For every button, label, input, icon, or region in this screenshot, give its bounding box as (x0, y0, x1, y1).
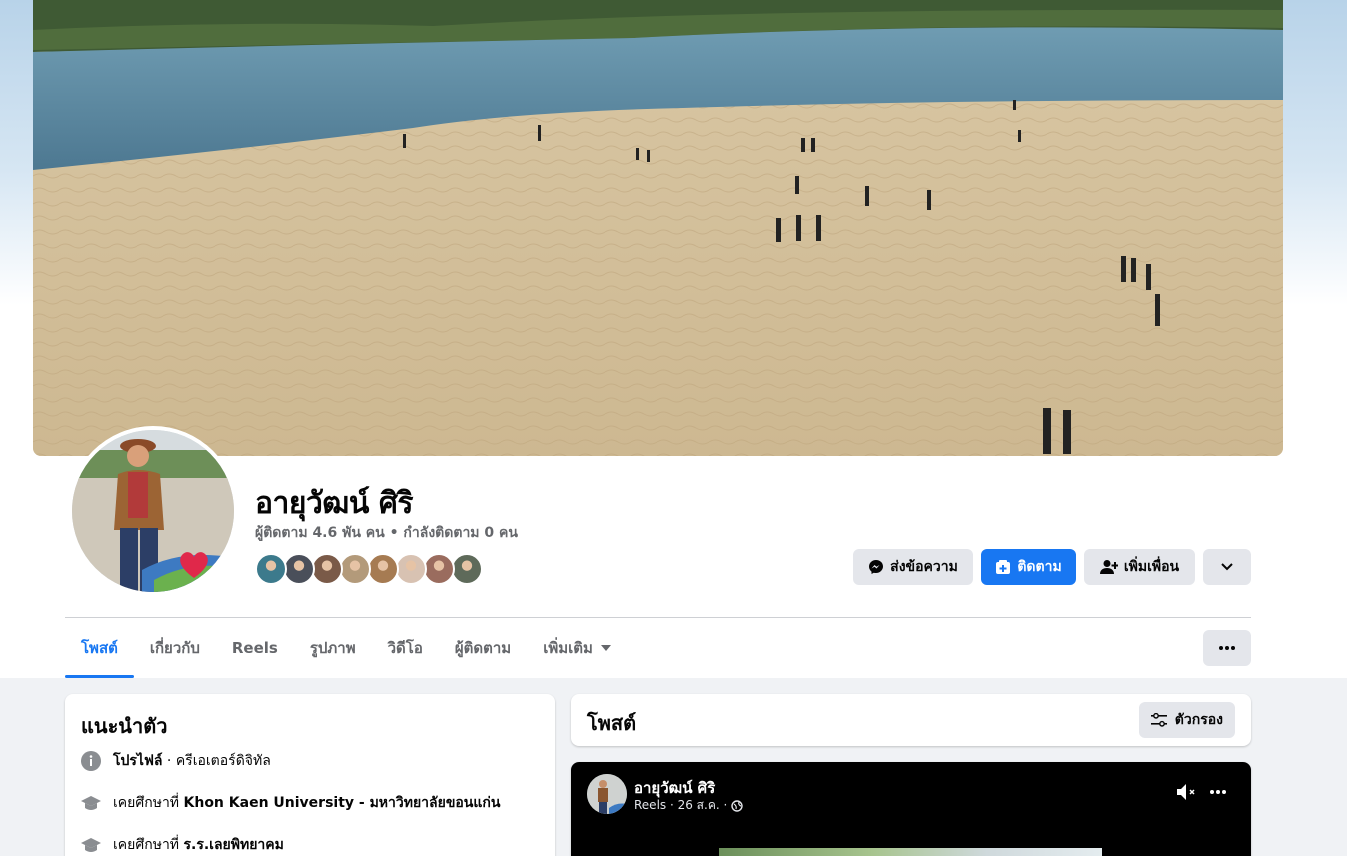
message-label: ส่งข้อความ (890, 559, 958, 575)
ellipsis-icon (1219, 646, 1235, 650)
filter-label: ตัวกรอง (1174, 712, 1223, 728)
tab-reels[interactable]: Reels (216, 618, 294, 678)
add-friend-label: เพิ่มเพื่อน (1123, 559, 1180, 575)
post-options-icon[interactable] (1210, 790, 1226, 794)
follower-avatars[interactable] (255, 553, 483, 585)
cover-image (33, 0, 1283, 456)
globe-icon (731, 799, 743, 812)
cover-photo[interactable] (33, 0, 1283, 456)
intro-profile-row: โปรไฟล์ · ครีเอเตอร์ดิจิทัล (81, 750, 271, 772)
follower-avatar[interactable] (367, 553, 399, 585)
messenger-icon (869, 560, 884, 574)
tab-videos[interactable]: วิดีโอ (372, 618, 439, 678)
follower-avatar[interactable] (451, 553, 483, 585)
follower-avatar[interactable] (311, 553, 343, 585)
heart-icon (180, 552, 208, 578)
follower-avatar[interactable] (423, 553, 455, 585)
follow-button[interactable]: ติดตาม (981, 549, 1076, 585)
tab-about[interactable]: เกี่ยวกับ (134, 618, 216, 678)
tab-photos[interactable]: รูปภาพ (294, 618, 372, 678)
info-icon (81, 751, 101, 771)
tab-followers[interactable]: ผู้ติดตาม (439, 618, 527, 678)
more-options-button[interactable] (1203, 630, 1251, 666)
graduation-cap-icon (81, 796, 101, 810)
chevron-down-icon (1221, 563, 1233, 571)
tab-more[interactable]: เพิ่มเติม (527, 618, 627, 678)
reel-meta-text[interactable]: Reels · 26 ส.ค. · (634, 796, 727, 815)
mute-icon[interactable] (1175, 782, 1197, 802)
reel-post-card[interactable]: อายุวัฒน์ ศิริ Reels · 26 ส.ค. · (571, 762, 1251, 856)
add-friend-icon (1099, 560, 1118, 574)
intro-profile-label: โปรไฟล์ (113, 753, 163, 769)
caret-down-icon (600, 645, 611, 651)
intro-card: แนะนำตัว (65, 694, 555, 856)
posts-header-card: โพสต์ ตัวกรอง (571, 694, 1251, 746)
filter-button[interactable]: ตัวกรอง (1138, 702, 1235, 738)
intro-title: แนะนำตัว (81, 714, 168, 738)
follower-avatar[interactable] (283, 553, 315, 585)
follower-stats[interactable]: ผู้ติดตาม 4.6 พัน คน • กำลังติดตาม 0 คน (255, 522, 518, 544)
intro-profile-value: · ครีเอเตอร์ดิจิทัล (162, 753, 271, 769)
profile-name: อายุวัฒน์ ศิริ (255, 486, 414, 521)
follower-avatar[interactable] (339, 553, 371, 585)
reel-author-avatar[interactable] (587, 774, 627, 814)
tab-posts[interactable]: โพสต์ (65, 618, 134, 678)
add-friend-button[interactable]: เพิ่มเพื่อน (1084, 549, 1195, 585)
reel-video-thumbnail[interactable] (719, 848, 1102, 856)
reel-meta: Reels · 26 ส.ค. · (634, 796, 743, 815)
follow-icon (996, 560, 1011, 574)
follower-avatar[interactable] (395, 553, 427, 585)
follower-avatar[interactable] (255, 553, 287, 585)
intro-education-prefix-2: เคยศึกษาที่ (113, 837, 184, 853)
profile-tabs: โพสต์ เกี่ยวกับ Reels รูปภาพ วิดีโอ ผู้ต… (65, 618, 627, 678)
profile-avatar[interactable] (68, 426, 238, 596)
follow-label: ติดตาม (1017, 559, 1062, 575)
intro-education-prefix: เคยศึกษาที่ (113, 795, 184, 811)
intro-education-row: เคยศึกษาที่ Khon Kaen University - มหาวิ… (81, 792, 500, 814)
intro-education-value-2[interactable]: ร.ร.เลยพิทยาคม (184, 837, 284, 853)
intro-education-value[interactable]: Khon Kaen University - มหาวิทยาลัยขอนแก่… (184, 795, 501, 811)
tab-more-label: เพิ่มเติม (543, 639, 593, 657)
intro-education-row-2: เคยศึกษาที่ ร.ร.เลยพิทยาคม (81, 834, 284, 856)
graduation-cap-icon (81, 838, 101, 852)
message-button[interactable]: ส่งข้อความ (853, 549, 973, 585)
profile-dropdown-button[interactable] (1203, 549, 1251, 585)
posts-title: โพสต์ (587, 711, 637, 735)
filter-icon (1150, 713, 1167, 727)
